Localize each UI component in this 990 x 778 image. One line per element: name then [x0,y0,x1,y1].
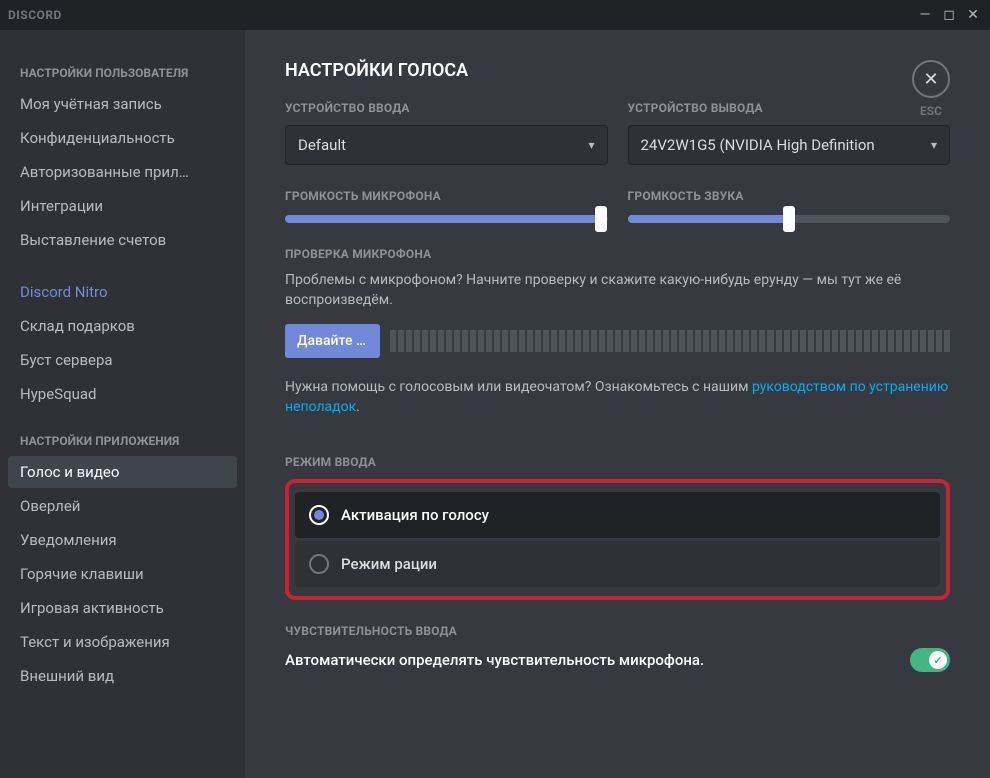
mic-volume-slider[interactable] [285,215,608,223]
mic-level-meter [390,330,950,352]
radio-icon [309,554,329,574]
sound-volume-slider[interactable] [628,215,951,223]
sensitivity-auto-label: Автоматически определять чувствительност… [285,651,704,669]
sidebar-item-appearance[interactable]: Внешний вид [8,660,237,692]
maximize-icon[interactable]: ◻ [940,7,958,23]
input-device-select[interactable]: Default ▾ [285,125,608,165]
close-button[interactable]: ✕ ESC [912,60,950,118]
sidebar-item-gifts[interactable]: Склад подарков [8,310,237,342]
output-device-select[interactable]: 24V2W1G5 (NVIDIA High Definition ▾ [628,125,951,165]
sensitivity-toggle[interactable]: ✓ [910,648,950,672]
page-title: НАСТРОЙКИ ГОЛОСА [285,60,950,81]
input-device-value: Default [298,136,346,154]
input-device-label: УСТРОЙСТВО ВВОДА [285,101,608,115]
sidebar-item-notifications[interactable]: Уведомления [8,524,237,556]
input-mode-group: Активация по голосу Режим рации [285,479,950,600]
window-controls: — ◻ ✕ [916,7,982,23]
sidebar-item-nitro[interactable]: Discord Nitro [8,276,237,308]
input-mode-ptt[interactable]: Режим рации [295,541,940,587]
sidebar-item-privacy[interactable]: Конфиденциальность [8,122,237,154]
sidebar-item-account[interactable]: Моя учётная запись [8,88,237,120]
app-name: DISCORD [8,8,62,22]
mic-volume-label: ГРОМКОСТЬ МИКРОФОНА [285,189,608,203]
sidebar-item-voice[interactable]: Голос и видео [8,456,237,488]
titlebar: DISCORD — ◻ ✕ [0,0,990,30]
sidebar-item-integrations[interactable]: Интеграции [8,190,237,222]
mic-test-label: ПРОВЕРКА МИКРОФОНА [285,247,950,261]
input-mode-label: РЕЖИМ ВВОДА [285,455,950,469]
sidebar-item-hotkeys[interactable]: Горячие клавиши [8,558,237,590]
mic-test-desc: Проблемы с микрофоном? Начните проверку … [285,271,950,310]
sidebar-item-text[interactable]: Текст и изображения [8,626,237,658]
sidebar-item-game-activity[interactable]: Игровая активность [8,592,237,624]
close-esc-label: ESC [912,104,950,118]
input-mode-voice[interactable]: Активация по голосу [295,492,940,538]
sidebar-item-apps[interactable]: Авторизованные прил… [8,156,237,188]
input-mode-ptt-label: Режим рации [341,555,437,573]
chevron-down-icon: ▾ [588,138,594,152]
sound-volume-label: ГРОМКОСТЬ ЗВУКА [628,189,951,203]
help-text: Нужна помощь с голосовым или видеочатом?… [285,378,950,417]
minimize-icon[interactable]: — [916,7,934,23]
radio-icon [309,505,329,525]
input-mode-voice-label: Активация по голосу [341,506,489,524]
check-icon: ✓ [929,651,947,669]
sidebar-item-billing[interactable]: Выставление счетов [8,224,237,256]
sidebar: НАСТРОЙКИ ПОЛЬЗОВАТЕЛЯ Моя учётная запис… [0,30,245,778]
close-x-icon[interactable]: ✕ [912,60,950,98]
sidebar-item-hypesquad[interactable]: HypeSquad [8,378,237,410]
sidebar-item-boost[interactable]: Буст сервера [8,344,237,376]
content: ✕ ESC НАСТРОЙКИ ГОЛОСА УСТРОЙСТВО ВВОДА … [245,30,990,778]
close-icon[interactable]: ✕ [964,7,982,23]
mic-test-button[interactable]: Давайте пр… [285,324,380,358]
output-device-label: УСТРОЙСТВО ВЫВОДА [628,101,951,115]
output-device-value: 24V2W1G5 (NVIDIA High Definition [641,136,875,154]
sidebar-item-overlay[interactable]: Оверлей [8,490,237,522]
sensitivity-label: ЧУВСТВИТЕЛЬНОСТЬ ВВОДА [285,624,950,638]
sidebar-header-user: НАСТРОЙКИ ПОЛЬЗОВАТЕЛЯ [8,60,237,86]
sidebar-header-app: НАСТРОЙКИ ПРИЛОЖЕНИЯ [8,428,237,454]
chevron-down-icon: ▾ [931,138,937,152]
